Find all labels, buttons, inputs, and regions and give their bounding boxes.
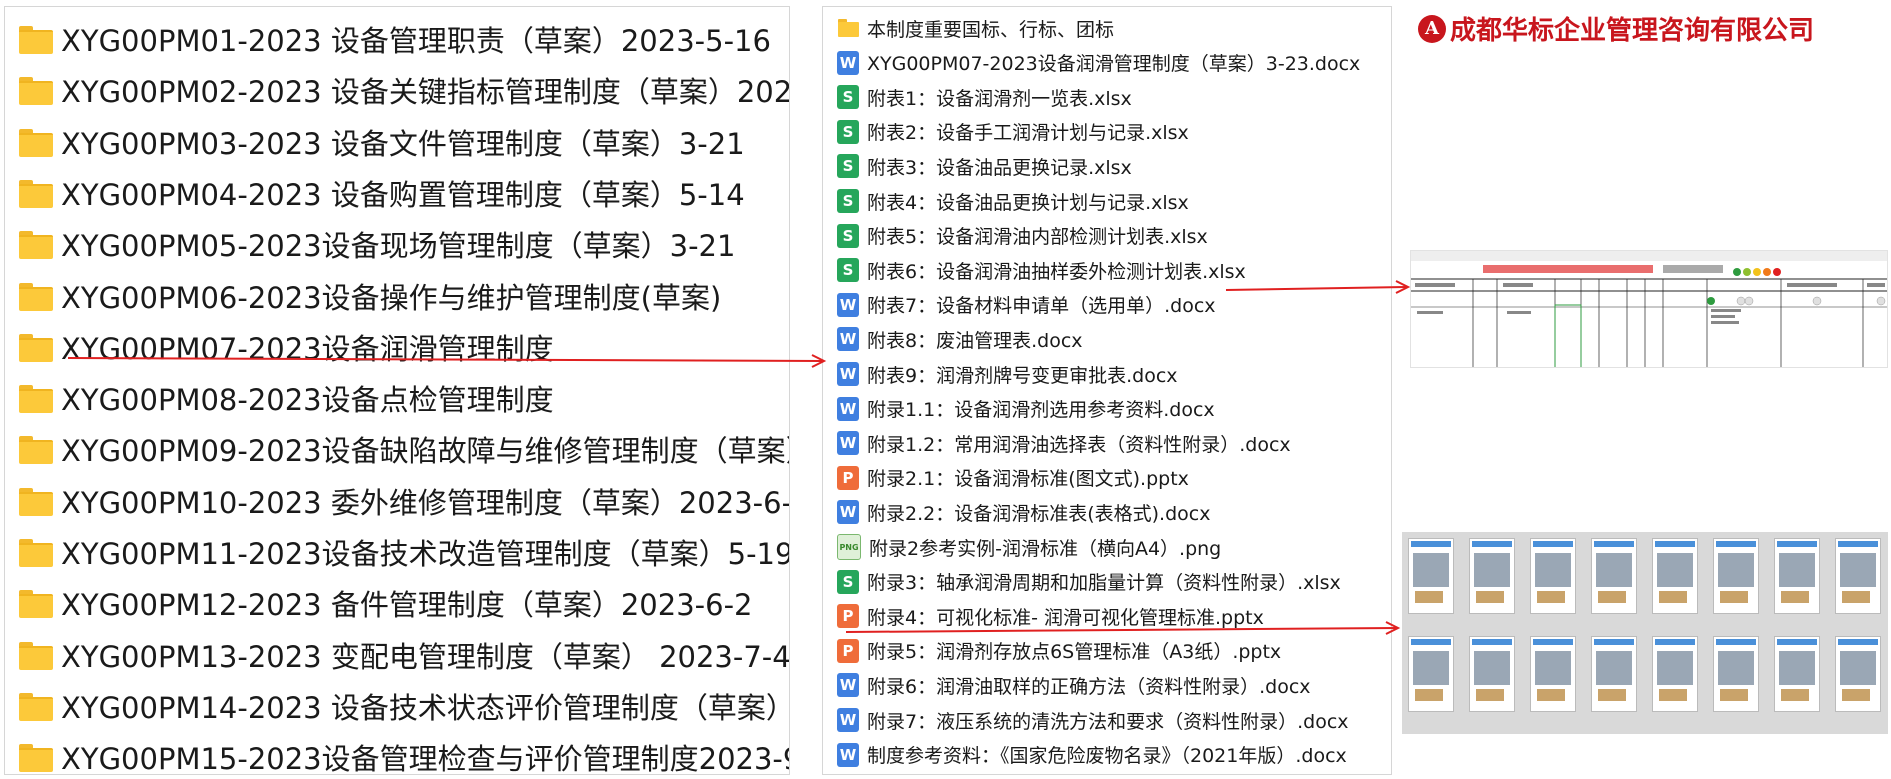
arrow-to-slides-preview [845, 621, 1401, 635]
arrow-folder-to-files [67, 354, 827, 368]
arrow-to-spreadsheet-preview [1225, 280, 1411, 294]
annotation-arrows [67, 280, 1411, 635]
